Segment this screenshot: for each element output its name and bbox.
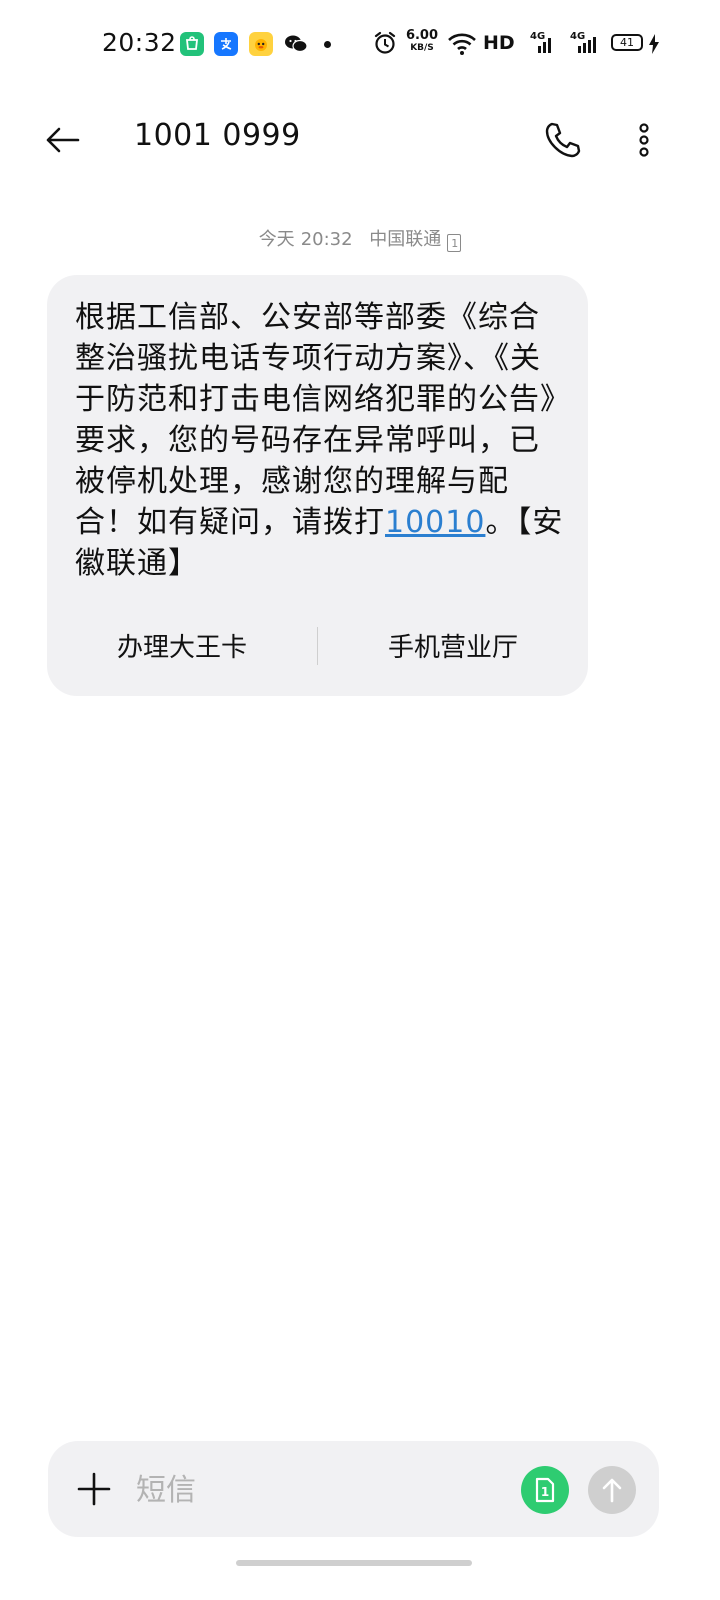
- more-vertical-icon: [639, 123, 649, 157]
- more-options-button[interactable]: [620, 116, 668, 164]
- message-carrier: 中国联通: [369, 229, 442, 250]
- arrow-up-icon: [602, 1478, 622, 1503]
- sms-conversation-screen: 20:32 6.00 KB/S HD 4G 4G 41 1001 0999 今天…: [0, 0, 720, 1600]
- app-store-icon: [180, 32, 204, 56]
- contact-number-title: 1001 0999: [134, 118, 301, 153]
- alarm-icon: [372, 30, 398, 60]
- charging-icon: [647, 33, 661, 63]
- signal-2-icon: [570, 36, 600, 66]
- home-indicator[interactable]: [236, 1560, 472, 1566]
- wechat-icon: [284, 32, 308, 56]
- network-speed: 6.00 KB/S: [405, 28, 439, 53]
- alipay-icon: [214, 32, 238, 56]
- message-composer: 1: [48, 1441, 659, 1537]
- wifi-icon: [447, 32, 477, 62]
- message-body: 根据工信部、公安部等部委《综合整治骚扰电话专项行动方案》、《关于防范和打击电信网…: [75, 300, 564, 581]
- back-button[interactable]: [38, 116, 86, 164]
- message-bubble[interactable]: 根据工信部、公安部等部委《综合整治骚扰电话专项行动方案》、《关于防范和打击电信网…: [47, 275, 588, 696]
- message-quick-actions: 办理大王卡 手机营业厅: [47, 615, 588, 675]
- action-mobile-service-hall[interactable]: 手机营业厅: [318, 623, 588, 667]
- status-bar: 20:32 6.00 KB/S HD 4G 4G 41: [0, 0, 720, 90]
- status-time: 20:32: [102, 28, 177, 57]
- duck-app-icon: [249, 32, 273, 56]
- volte-hd-indicator: HD: [483, 32, 515, 54]
- phone-icon: [545, 122, 581, 158]
- message-day: 今天: [258, 229, 295, 250]
- message-meta: 今天 20:32 中国联通 1: [0, 225, 720, 252]
- phone-number-link[interactable]: 10010: [385, 505, 485, 540]
- signal-1-icon: [530, 36, 554, 66]
- svg-text:1: 1: [541, 1485, 549, 1499]
- conversation-header: 1001 0999: [0, 100, 720, 180]
- sim-card-icon: 1: [447, 234, 462, 252]
- notification-dot: [324, 41, 331, 48]
- battery-icon: 41: [611, 34, 643, 51]
- sim-card-icon: 1: [535, 1477, 555, 1503]
- action-get-king-card[interactable]: 办理大王卡: [47, 623, 317, 667]
- sim-select-button[interactable]: 1: [521, 1466, 569, 1514]
- message-time: 20:32: [300, 229, 353, 250]
- add-attachment-button[interactable]: [70, 1465, 118, 1513]
- back-arrow-icon: [46, 127, 80, 153]
- send-button[interactable]: [588, 1466, 636, 1514]
- message-input[interactable]: [134, 1463, 508, 1517]
- call-button[interactable]: [538, 116, 586, 164]
- plus-icon: [77, 1472, 111, 1506]
